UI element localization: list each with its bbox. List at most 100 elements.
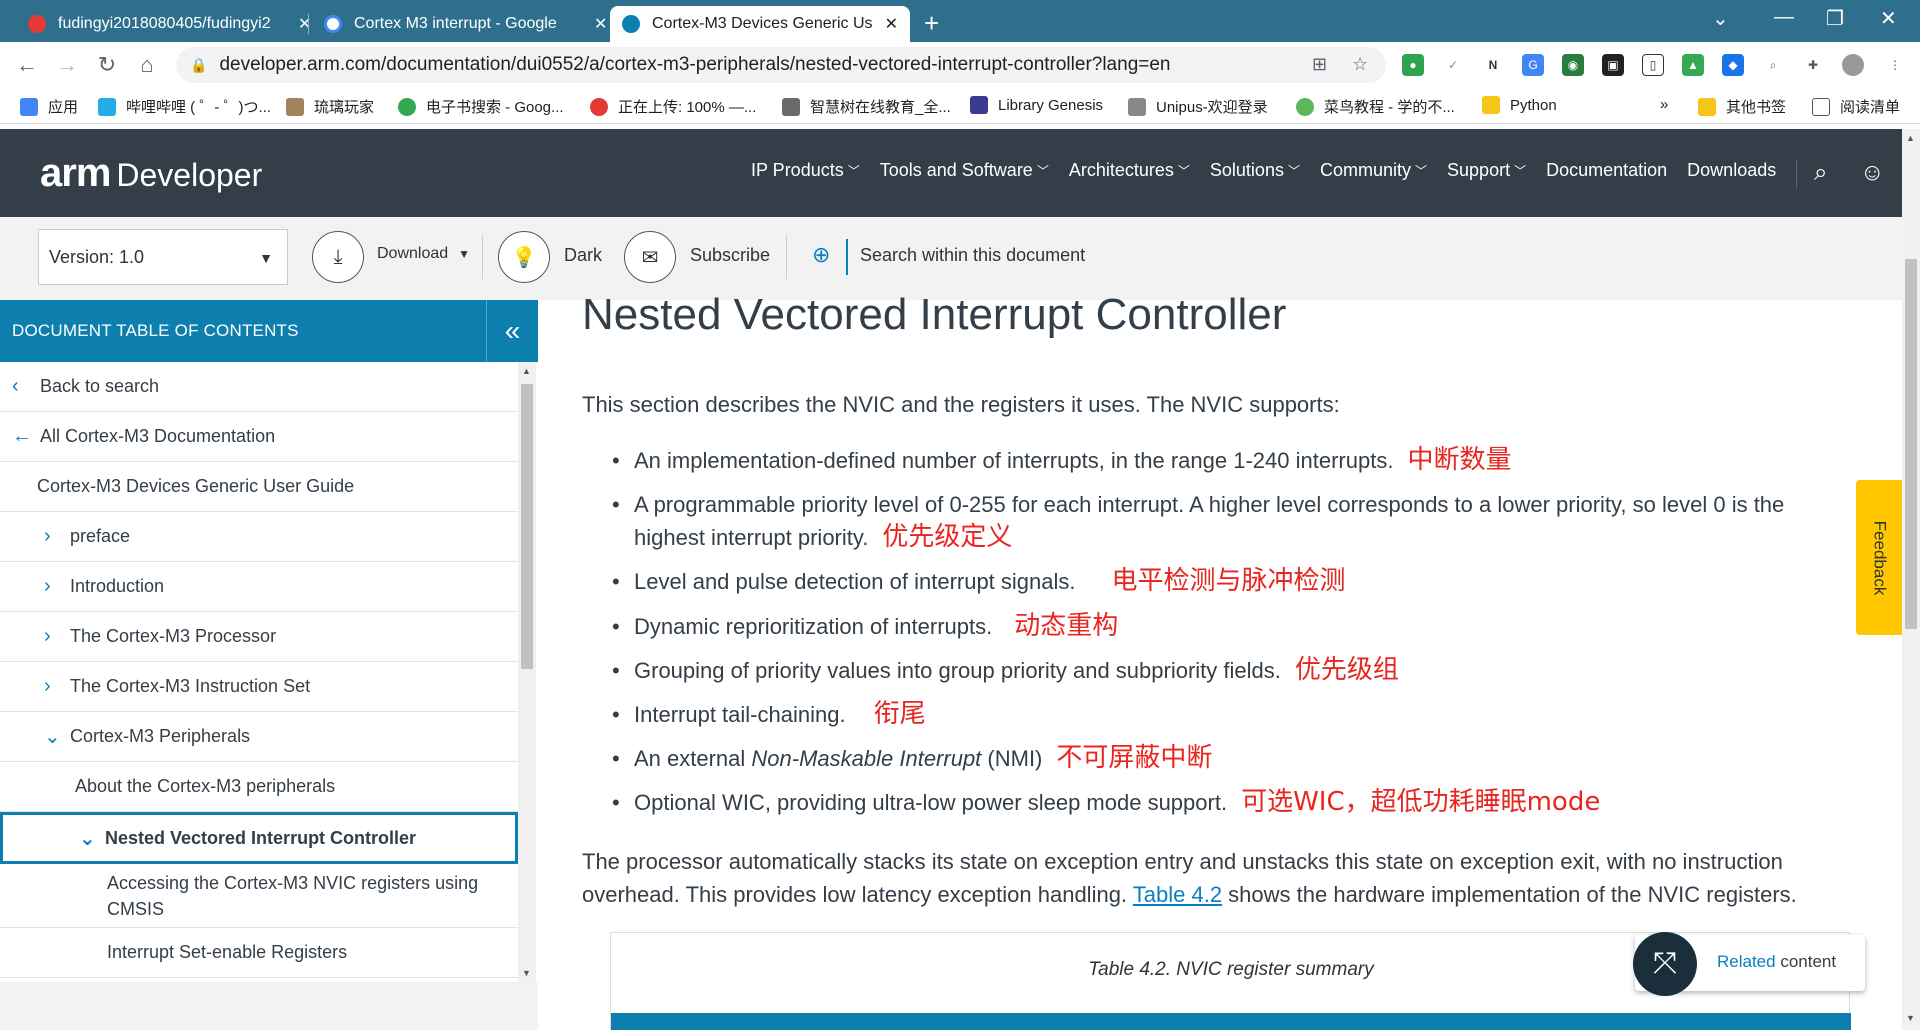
page-scroll-thumb[interactable]: [1905, 259, 1917, 629]
bookmark-star-icon[interactable]: ☆: [1352, 54, 1368, 75]
profile-avatar-icon[interactable]: [1842, 54, 1864, 76]
back-arrow-icon[interactable]: ←: [12, 50, 42, 80]
bookmarks-overflow[interactable]: »: [1660, 96, 1668, 113]
badge-extension-icon[interactable]: ▣: [1602, 54, 1624, 76]
address-bar[interactable]: 🔒 developer.arm.com/documentation/dui055…: [176, 47, 1386, 83]
minimize-icon[interactable]: —: [1774, 6, 1794, 29]
bookmark-unipus[interactable]: Unipus-欢迎登录: [1128, 96, 1268, 117]
screen: fudingyi2018080405/fudingyi2 ✕ Cortex M3…: [0, 0, 1920, 1030]
tab-title: fudingyi2018080405/fudingyi2: [58, 15, 271, 32]
toc-accessing-nvic-cmsis[interactable]: Accessing the Cortex-M3 NVIC registers u…: [0, 864, 518, 928]
download-icon[interactable]: ⤓: [312, 231, 364, 283]
subscribe-icon[interactable]: ✉: [624, 231, 676, 283]
shield-extension-icon[interactable]: ◆: [1722, 54, 1744, 76]
nav-downloads[interactable]: Downloads: [1687, 160, 1776, 181]
new-tab-icon[interactable]: +: [924, 8, 939, 39]
bookmark-zhihuishu[interactable]: 智慧树在线教育_全...: [782, 96, 951, 117]
home-icon[interactable]: ⌂: [132, 50, 162, 80]
annotation-note: 电平检测与脉冲检测: [1111, 566, 1346, 596]
n-extension-icon[interactable]: N: [1482, 54, 1504, 76]
table-4-2-link[interactable]: Table 4.2: [1133, 882, 1222, 907]
feature-item: Interrupt tail-chaining.衔尾: [612, 698, 1824, 731]
subscribe-button[interactable]: Subscribe: [690, 245, 770, 266]
check-extension-icon[interactable]: ✓: [1442, 54, 1464, 76]
menu-kebab-icon[interactable]: ⋮: [1884, 54, 1906, 76]
related-content-label[interactable]: Related content: [1717, 952, 1836, 972]
nav-tools-and-software[interactable]: Tools and Software ﹀: [880, 160, 1049, 181]
reading-list[interactable]: 阅读清单: [1812, 96, 1900, 117]
toc-peripherals[interactable]: ⌄ Cortex-M3 Peripherals: [0, 712, 518, 762]
search-extension-icon[interactable]: ⌕: [1762, 54, 1784, 76]
expand-icon[interactable]: ⤧: [1633, 932, 1697, 996]
close-tab-icon[interactable]: ✕: [298, 14, 311, 34]
search-within-document-input[interactable]: Search within this document: [860, 245, 1085, 266]
dark-mode-button[interactable]: Dark: [564, 245, 602, 266]
phone-extension-icon[interactable]: ▯: [1642, 54, 1664, 76]
user-account-icon[interactable]: ☺: [1860, 159, 1885, 187]
toc-processor[interactable]: › The Cortex-M3 Processor: [0, 612, 518, 662]
bookmark-python[interactable]: Python: [1482, 96, 1557, 114]
browser-tab-arm-active[interactable]: Cortex-M3 Devices Generic Us ✕: [610, 6, 910, 42]
toc-introduction[interactable]: › Introduction: [0, 562, 518, 612]
browser-tab-github[interactable]: fudingyi2018080405/fudingyi2 ✕: [16, 6, 323, 42]
nav-support[interactable]: Support ﹀: [1447, 160, 1526, 181]
chevron-right-icon: ›: [44, 525, 51, 547]
toc-scrollbar[interactable]: ▲ ▼: [518, 362, 536, 982]
toc-nvic-active[interactable]: ⌄ Nested Vectored Interrupt Controller: [0, 812, 518, 864]
nav-documentation[interactable]: Documentation: [1546, 160, 1667, 181]
toc-back-to-search[interactable]: ‹ Back to search: [0, 362, 518, 412]
toc-all-documentation[interactable]: ← All Cortex-M3 Documentation: [0, 412, 518, 462]
search-icon[interactable]: ⌕: [1814, 159, 1827, 187]
tab-search-icon[interactable]: ⌄: [1712, 6, 1729, 31]
close-tab-icon[interactable]: ✕: [885, 14, 898, 34]
globe-extension-icon[interactable]: ◉: [1562, 54, 1584, 76]
caret-down-icon: ▼: [458, 247, 471, 261]
counter-extension-icon[interactable]: ▲: [1682, 54, 1704, 76]
chevron-down-icon: ⌄: [79, 827, 96, 850]
bookmark-uploading[interactable]: 正在上传: 100% —...: [590, 96, 756, 117]
toc-interrupt-set-enable[interactable]: Interrupt Set-enable Registers: [0, 928, 518, 978]
toc-preface[interactable]: › preface: [0, 512, 518, 562]
restore-icon[interactable]: ❐: [1826, 6, 1844, 31]
bookmark-libgen[interactable]: Library Genesis: [970, 96, 1103, 114]
translate-extension-icon[interactable]: G: [1522, 54, 1544, 76]
bookmark-liuli[interactable]: 琉璃玩家: [286, 96, 374, 117]
runoob-icon: [1296, 97, 1314, 116]
arm-developer-logo[interactable]: arm Developer: [40, 151, 262, 196]
toc-list: ‹ Back to search ← All Cortex-M3 Documenta…: [0, 362, 518, 982]
download-button[interactable]: Download ▼: [377, 245, 470, 263]
bookmark-apps[interactable]: 应用: [20, 96, 78, 117]
bookmark-bilibili[interactable]: 哔哩哔哩 ( ゜- ゜)つ...: [98, 96, 271, 117]
version-select[interactable]: Version: 1.0 ▼: [38, 229, 288, 285]
close-tab-icon[interactable]: ✕: [594, 14, 607, 34]
browser-tab-google[interactable]: Cortex M3 interrupt - Google ✕: [312, 6, 619, 42]
translate-icon[interactable]: ⊞: [1312, 54, 1327, 75]
nav-architectures[interactable]: Architectures ﹀: [1069, 160, 1190, 181]
toc-instruction-set[interactable]: › The Cortex-M3 Instruction Set: [0, 662, 518, 712]
document-toolbar: Version: 1.0 ▼ ⤓ Download ▼ 💡 Dark ✉ Subsc…: [0, 217, 1920, 300]
feature-item: An external Non-Maskable Interrupt (NMI)…: [612, 742, 1824, 775]
toc-about-peripherals[interactable]: About the Cortex-M3 peripherals: [0, 762, 518, 812]
collapse-toc-icon[interactable]: «: [486, 300, 538, 362]
nav-ip-products[interactable]: IP Products ﹀: [751, 160, 860, 181]
toc-user-guide[interactable]: Cortex-M3 Devices Generic User Guide: [0, 462, 518, 512]
page-scrollbar[interactable]: ▲ ▼: [1902, 129, 1920, 1030]
table-header-row: [611, 1013, 1851, 1030]
lightbulb-icon[interactable]: 💡: [498, 231, 550, 283]
nav-community[interactable]: Community ﹀: [1320, 160, 1427, 181]
forward-arrow-icon[interactable]: →: [52, 50, 82, 80]
reload-icon[interactable]: ↻: [92, 50, 122, 80]
nav-solutions[interactable]: Solutions ﹀: [1210, 160, 1300, 181]
bookmark-other[interactable]: 其他书签: [1698, 96, 1786, 117]
bookmark-runoob[interactable]: 菜鸟教程 - 学的不...: [1296, 96, 1455, 117]
close-window-icon[interactable]: ✕: [1880, 6, 1897, 31]
annotation-note: 动态重构: [1014, 611, 1119, 641]
related-content-button[interactable]: ⤧ Related content: [1633, 932, 1865, 996]
url-text[interactable]: developer.arm.com/documentation/dui0552/…: [219, 54, 1170, 76]
extensions-puzzle-icon[interactable]: ✚: [1802, 54, 1824, 76]
bookmark-ebook-search[interactable]: 电子书搜索 - Goog...: [398, 96, 564, 117]
feedback-tab[interactable]: Feedback: [1856, 480, 1902, 635]
scroll-up-icon: ▲: [1906, 133, 1915, 143]
evernote-extension-icon[interactable]: ●: [1402, 54, 1424, 76]
toc-scroll-thumb[interactable]: [521, 384, 533, 669]
